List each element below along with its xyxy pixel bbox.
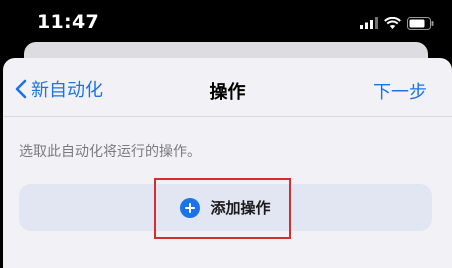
navigation-bar: 新自动化 操作 下一步: [3, 58, 452, 117]
status-bar: 11:47: [0, 0, 452, 48]
wifi-icon: [384, 17, 401, 29]
description-text: 选取此自动化将运行的操作。: [19, 144, 201, 160]
highlight-annotation: [154, 178, 291, 239]
next-button[interactable]: 下一步: [373, 78, 427, 104]
status-time: 11:47: [37, 11, 99, 33]
battery-icon: [407, 16, 434, 30]
signal-icon: [360, 17, 378, 29]
status-icons: [360, 14, 434, 32]
